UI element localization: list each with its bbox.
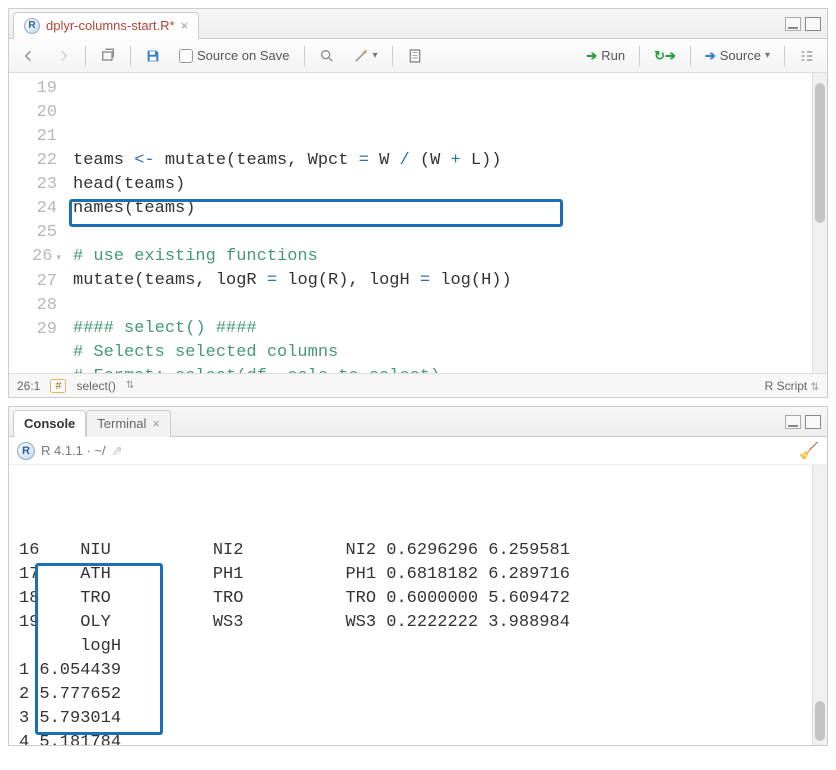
search-icon [319,48,335,64]
outline-section-name[interactable]: select() [76,379,115,393]
editor-file-tab[interactable]: R dplyr-columns-start.R* × [13,12,199,39]
file-type-selector[interactable]: R Script ⇅ [765,379,819,393]
cursor-position: 26:1 [17,379,40,393]
code-area[interactable]: teams <- mutate(teams, Wpct = W / (W + L… [67,73,812,373]
tab-terminal-label: Terminal [97,416,146,431]
rerun-icon: ↻➔ [654,48,676,64]
arrow-right-icon [55,48,71,64]
source-button[interactable]: ➔ Source [699,45,776,67]
toolbar-separator [130,46,131,66]
toolbar-separator [85,46,86,66]
editor-body[interactable]: 1920212223242526▾272829 teams <- mutate(… [9,73,827,373]
toolbar-separator [392,46,393,66]
editor-statusbar: 26:1 # select() ⇅ R Script ⇅ [9,373,827,397]
console-tabbar: Console Terminal × [9,407,827,437]
close-icon[interactable]: × [152,416,160,431]
toolbar-separator [690,46,691,66]
source-label: Source [720,48,761,63]
console-output[interactable]: 16 NIU NI2 NI2 0.6296296 6.259581 17 ATH… [9,465,827,745]
rerun-button[interactable]: ↻➔ [648,45,682,67]
maximize-pane-icon[interactable] [805,415,821,429]
r-logo-icon: R [17,442,35,460]
outline-button[interactable] [793,45,821,67]
scrollbar-thumb[interactable] [815,83,825,223]
console-info-bar: R R 4.1.1 · ~/ ⇗ 🧹 [9,437,827,465]
run-arrow-icon: ➔ [586,48,597,64]
run-label: Run [601,48,625,63]
nav-forward-button[interactable] [49,45,77,67]
outline-icon [799,48,815,64]
clear-console-button[interactable]: 🧹 [799,441,819,461]
code-tools-button[interactable] [347,45,384,67]
minimize-pane-icon[interactable] [785,17,801,31]
line-number-gutter: 1920212223242526▾272829 [9,73,67,373]
popout-icon [100,48,116,64]
tab-terminal[interactable]: Terminal × [86,410,171,437]
editor-toolbar: Source on Save ➔ Run ↻➔ ➔ Source [9,39,827,73]
save-button[interactable] [139,45,167,67]
tab-console-label: Console [24,416,75,431]
find-button[interactable] [313,45,341,67]
source-on-save-toggle[interactable]: Source on Save [173,45,296,66]
tab-console[interactable]: Console [13,410,86,437]
r-version-text: R 4.1.1 · ~/ [41,443,106,458]
editor-tabbar: R dplyr-columns-start.R* × [9,9,827,39]
pane-window-controls [785,415,827,429]
toolbar-separator [784,46,785,66]
outline-sort-icon[interactable]: ⇅ [126,380,134,391]
r-file-icon: R [24,18,40,34]
scrollbar-thumb[interactable] [815,701,825,741]
file-type-sort-icon: ⇅ [811,382,819,393]
vertical-scrollbar[interactable] [812,465,827,745]
source-on-save-label: Source on Save [197,48,290,63]
console-pane: Console Terminal × R R 4.1.1 · ~/ ⇗ 🧹 16… [8,406,828,746]
run-button[interactable]: ➔ Run [580,45,631,67]
minimize-pane-icon[interactable] [785,415,801,429]
compile-report-button[interactable] [401,45,429,67]
maximize-pane-icon[interactable] [805,17,821,31]
notebook-icon [407,48,423,64]
wand-icon [353,48,369,64]
save-icon [145,48,161,64]
source-arrow-icon: ➔ [705,48,716,64]
editor-pane: R dplyr-columns-start.R* × Source on Sav… [8,8,828,398]
toolbar-separator [304,46,305,66]
nav-back-button[interactable] [15,45,43,67]
console-text[interactable]: 16 NIU NI2 NI2 0.6296296 6.259581 17 ATH… [9,465,812,745]
close-icon[interactable]: × [181,18,189,33]
show-in-new-window-button[interactable] [94,45,122,67]
section-chip[interactable]: # [50,379,66,393]
pane-window-controls [785,17,827,31]
arrow-left-icon [21,48,37,64]
editor-tab-filename: dplyr-columns-start.R* [46,18,175,33]
toolbar-separator [639,46,640,66]
checkbox-icon [179,49,193,63]
send-to-source-icon[interactable]: ⇗ [112,443,123,459]
vertical-scrollbar[interactable] [812,73,827,373]
